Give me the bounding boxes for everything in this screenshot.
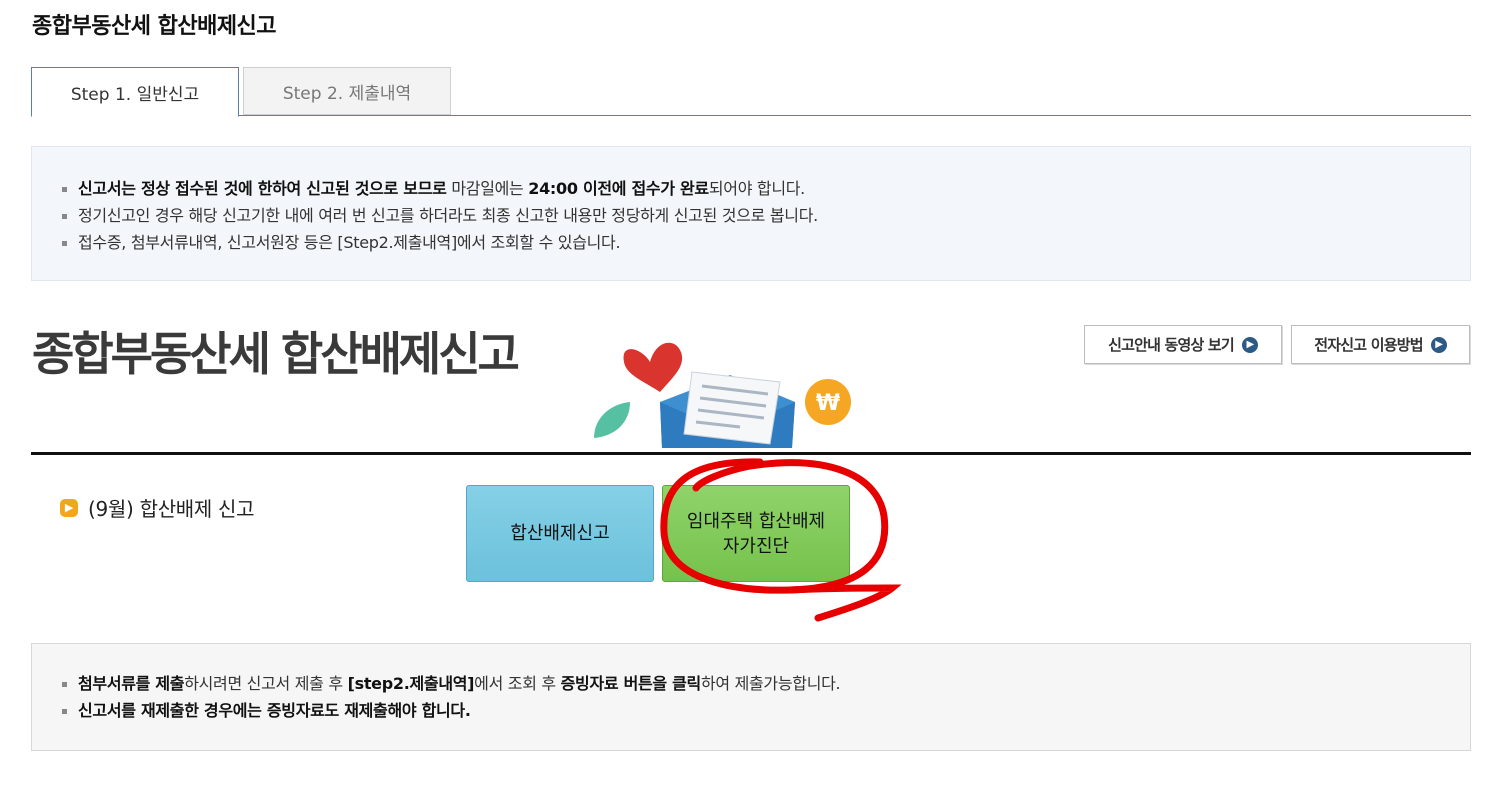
- notice-box-bottom: 첨부서류를 제출하시려면 신고서 제출 후 [step2.제출내역]에서 조회 …: [31, 643, 1471, 751]
- document-icon: [683, 371, 781, 445]
- notice-box-top: 신고서는 정상 접수된 것에 한하여 신고된 것으로 보므로 마감일에는 24:…: [31, 146, 1471, 281]
- notice-line: 정기신고인 경우 해당 신고기한 내에 여러 번 신고를 하더라도 최종 신고한…: [62, 202, 1470, 229]
- e-filing-guide-button[interactable]: 전자신고 이용방법 ▶: [1291, 325, 1470, 364]
- page-title: 종합부동산세 합산배제신고: [32, 14, 277, 39]
- tab-step2-submissions[interactable]: Step 2. 제출내역: [243, 67, 451, 115]
- section-divider: [31, 452, 1471, 455]
- rental-housing-self-check-button[interactable]: 임대주택 합산배제 자가진단: [662, 485, 850, 582]
- step-tabs: Step 1. 일반신고 Step 2. 제출내역: [31, 67, 1471, 117]
- notice-line: 첨부서류를 제출하시려면 신고서 제출 후 [step2.제출내역]에서 조회 …: [62, 670, 1470, 697]
- notice-line: 접수증, 첨부서류내역, 신고서원장 등은 [Step2.제출내역]에서 조회할…: [62, 229, 1470, 256]
- svg-text:₩: ₩: [816, 391, 840, 416]
- hero-title: 종합부동산세 합산배제신고: [32, 327, 520, 381]
- arrow-circle-icon: ▶: [1241, 336, 1258, 353]
- leaf-icon: [594, 402, 630, 438]
- notice-line: 신고서는 정상 접수된 것에 한하여 신고된 것으로 보므로 마감일에는 24:…: [62, 175, 1470, 202]
- video-guide-button[interactable]: 신고안내 동영상 보기 ▶: [1084, 325, 1282, 364]
- notice-line: 신고서를 재제출한 경우에는 증빙자료도 재제출해야 합니다.: [62, 697, 1470, 724]
- section-label: ▶ (9월) 합산배제 신고: [60, 493, 255, 522]
- arrow-bullet-icon: ▶: [60, 498, 78, 517]
- arrow-circle-icon: ▶: [1430, 336, 1447, 353]
- heart-icon: [623, 342, 683, 392]
- won-coin-icon: ₩: [805, 379, 851, 425]
- tab-step1-general[interactable]: Step 1. 일반신고: [31, 67, 239, 117]
- hero-illustration: ₩: [594, 342, 851, 448]
- combine-exclusion-report-button[interactable]: 합산배제신고: [466, 485, 654, 582]
